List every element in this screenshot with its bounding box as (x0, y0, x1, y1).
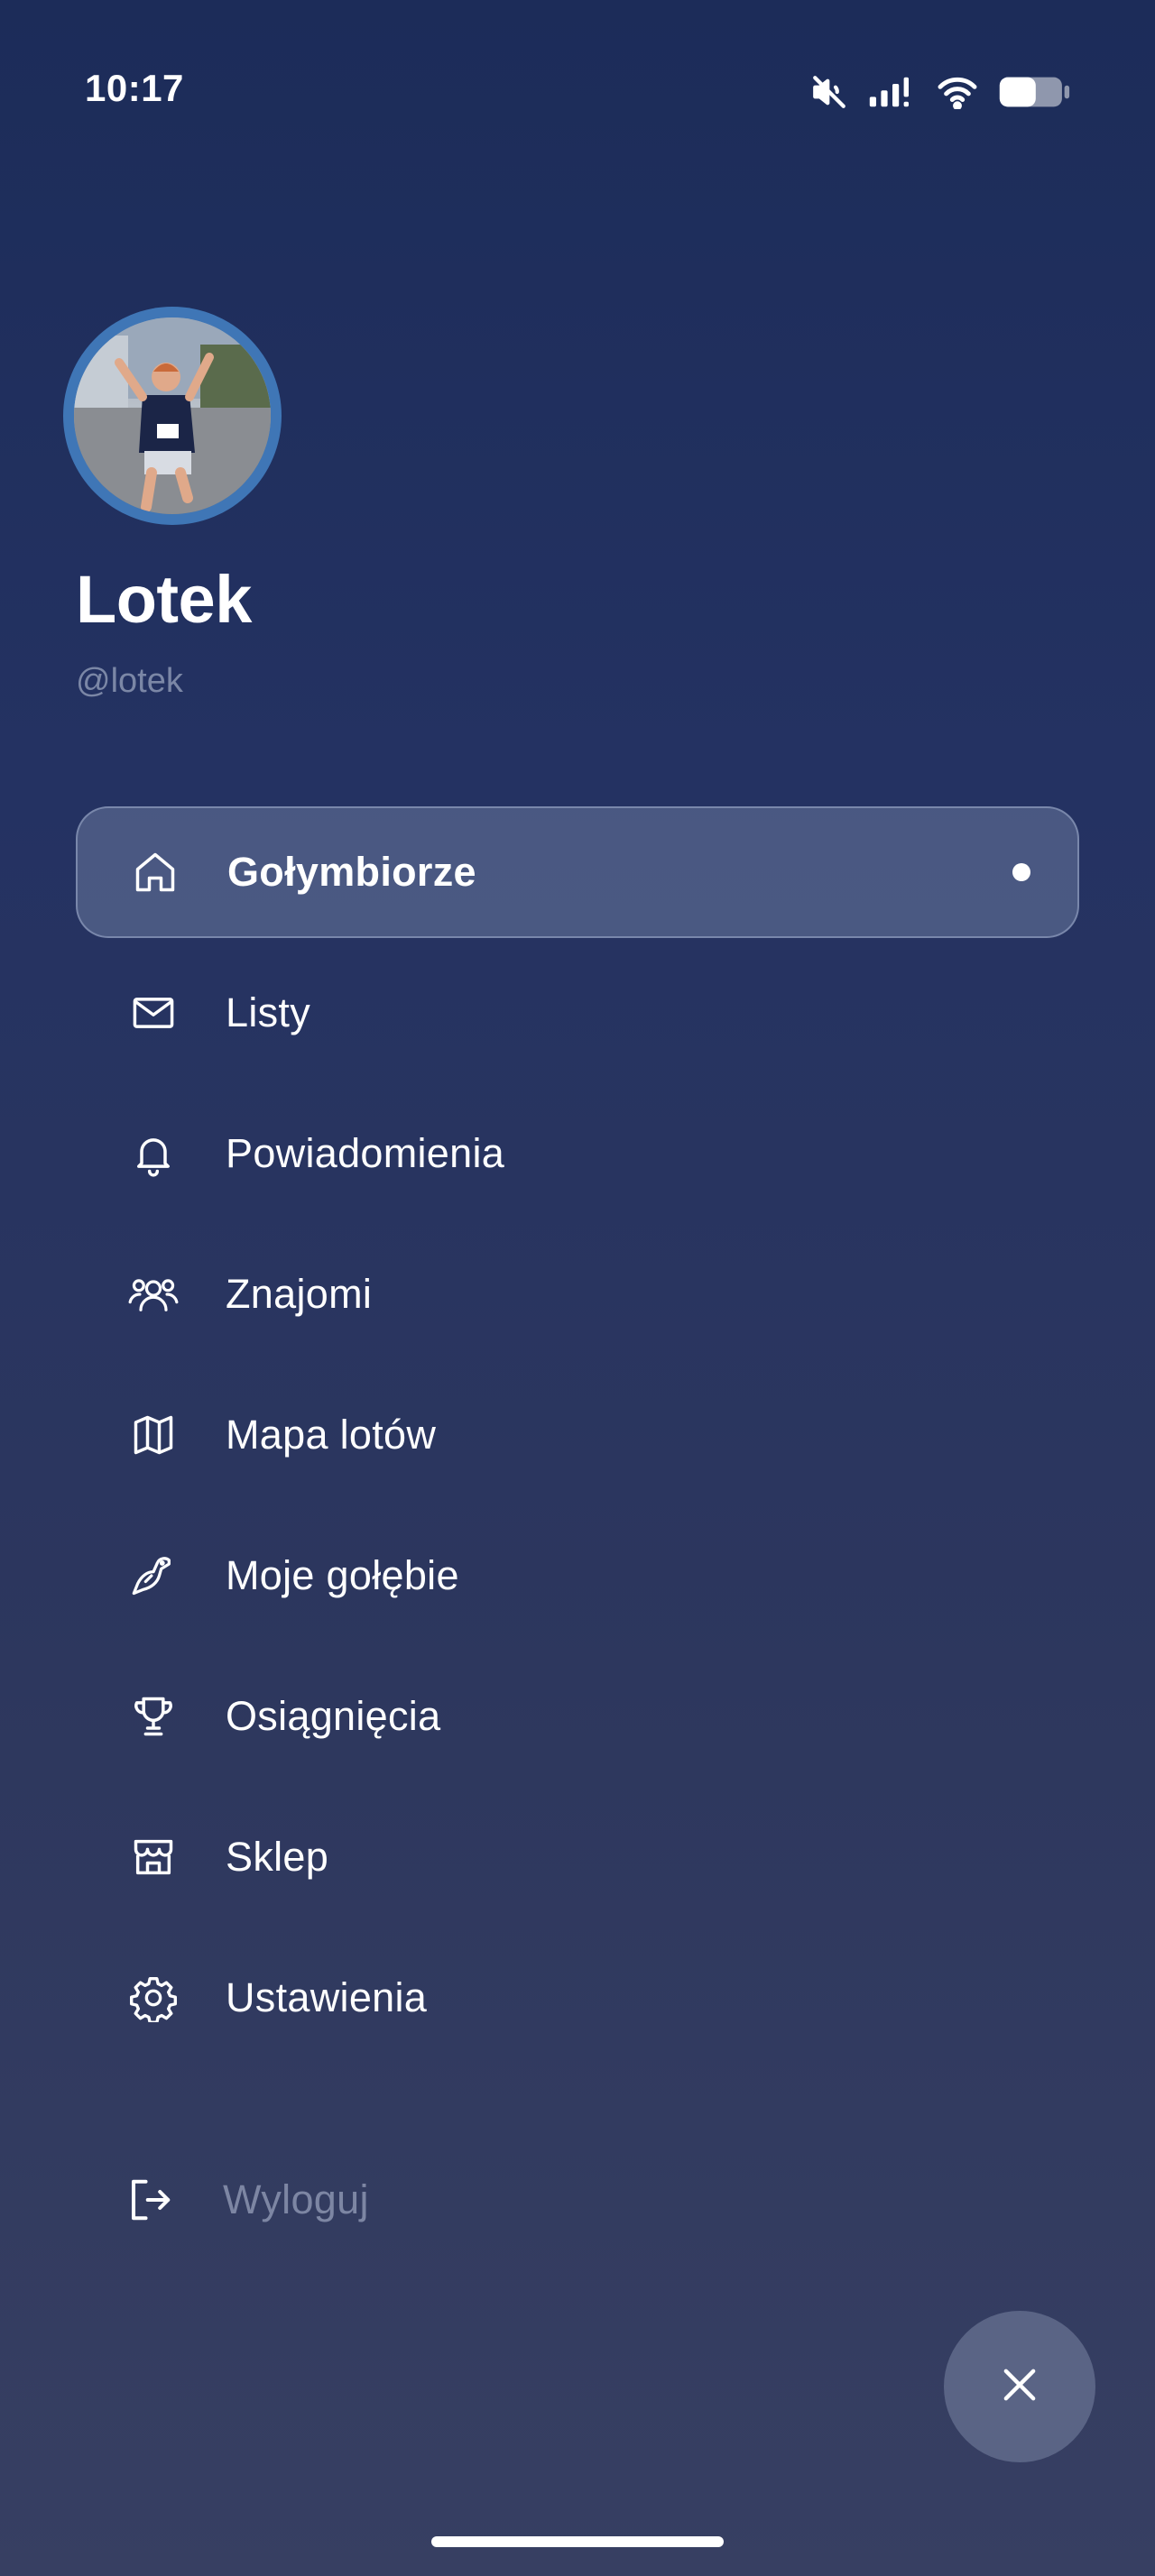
avatar[interactable] (63, 307, 282, 525)
nav-item-osiagniecia[interactable]: Osiągnięcia (76, 1651, 1079, 1782)
home-indicator[interactable] (431, 2536, 724, 2547)
mute-icon (810, 73, 848, 111)
nav-item-golymbiorze[interactable]: Gołymbiorze (76, 806, 1079, 938)
nav-item-label: Mapa lotów (226, 1412, 437, 1458)
status-bar: 10:17 (0, 0, 1155, 180)
avatar-photo (74, 317, 271, 514)
logout-button[interactable]: Wyloguj (76, 2134, 617, 2266)
nav-item-listy[interactable]: Listy (76, 947, 1079, 1079)
nav-item-label: Gołymbiorze (227, 849, 476, 895)
nav-item-label: Znajomi (226, 1271, 373, 1317)
active-indicator-dot (1012, 863, 1030, 881)
map-icon (128, 1410, 179, 1460)
wifi-icon (937, 75, 978, 109)
battery-icon (998, 75, 1070, 109)
bird-icon (128, 1550, 179, 1601)
logout-icon (125, 2175, 175, 2225)
close-icon (996, 2361, 1043, 2413)
gear-icon (128, 1973, 179, 2023)
nav-item-znajomi[interactable]: Znajomi (76, 1228, 1079, 1360)
status-icons (810, 70, 1070, 114)
profile-name: Lotek (76, 562, 252, 637)
nav-item-label: Listy (226, 989, 311, 1035)
signal-icon (868, 75, 917, 109)
nav-item-powiadomienia[interactable]: Powiadomienia (76, 1088, 1079, 1219)
status-time: 10:17 (85, 67, 184, 109)
nav-item-label: Ustawienia (226, 1974, 428, 2020)
trophy-icon (128, 1691, 179, 1742)
nav-menu: Gołymbiorze Listy Powiadomienia Znajomi … (76, 806, 1079, 2073)
nav-item-sklep[interactable]: Sklep (76, 1791, 1079, 1923)
nav-item-mapa-lotow[interactable]: Mapa lotów (76, 1369, 1079, 1501)
nav-item-label: Powiadomienia (226, 1130, 505, 1176)
users-icon (128, 1269, 179, 1320)
nav-item-label: Moje gołębie (226, 1552, 459, 1598)
home-icon (130, 847, 180, 897)
nav-item-moje-golebie[interactable]: Moje gołębie (76, 1510, 1079, 1642)
logout-label: Wyloguj (223, 2176, 369, 2222)
mail-icon (128, 988, 179, 1038)
bell-icon (128, 1128, 179, 1179)
store-icon (128, 1832, 179, 1882)
close-button[interactable] (944, 2311, 1095, 2462)
nav-item-label: Osiągnięcia (226, 1693, 441, 1739)
nav-item-ustawienia[interactable]: Ustawienia (76, 1932, 1079, 2064)
profile-handle: @lotek (76, 662, 183, 700)
nav-item-label: Sklep (226, 1834, 329, 1880)
